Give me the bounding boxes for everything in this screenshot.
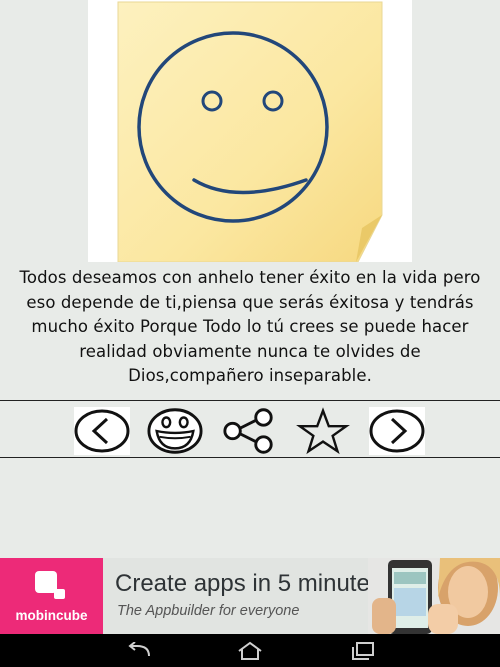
message-line: mucho éxito Porque Todo lo tú crees se p… (31, 317, 469, 336)
previous-icon (74, 409, 130, 453)
home-icon (238, 641, 262, 660)
favorite-button[interactable] (295, 407, 351, 455)
navigation-bar (0, 634, 500, 667)
toolbar-bottom-divider (0, 457, 500, 458)
message-line: Todos deseamos con anhelo tener éxito en… (19, 268, 481, 287)
back-icon (128, 641, 150, 656)
next-button[interactable] (369, 407, 425, 455)
next-icon (369, 409, 425, 453)
smiley-button[interactable] (147, 407, 203, 455)
star-icon (296, 407, 350, 455)
previous-button[interactable] (74, 407, 130, 455)
mobincube-logo: mobincube (0, 558, 103, 634)
message-line: Dios,compañero inseparable. (128, 366, 372, 385)
ad-brand: mobincube (15, 608, 88, 623)
smiley-icon (147, 408, 203, 454)
share-icon (223, 408, 273, 454)
recent-apps-button[interactable] (343, 634, 383, 667)
mobincube-logo-icon (35, 571, 65, 599)
ad-subline: The Appbuilder for everyone (117, 603, 300, 619)
ad-banner[interactable]: mobincube Create apps in 5 minutes The A… (0, 558, 500, 634)
share-button[interactable] (221, 407, 277, 455)
message-text: Todos deseamos con anhelo tener éxito en… (0, 266, 500, 389)
message-line: realidad obviamente nunca te olvides de (79, 341, 421, 361)
recent-apps-icon (352, 641, 374, 660)
back-button[interactable] (120, 634, 160, 667)
toolbar-top-divider (0, 400, 500, 401)
home-button[interactable] (230, 634, 270, 667)
smiley-note-icon (117, 1, 383, 262)
smiley-note-image (88, 0, 412, 262)
ad-phone-photo (368, 558, 500, 634)
ad-headline: Create apps in 5 minutes (115, 570, 382, 597)
message-line: eso depende de ti,piensa que serás éxito… (26, 292, 474, 312)
